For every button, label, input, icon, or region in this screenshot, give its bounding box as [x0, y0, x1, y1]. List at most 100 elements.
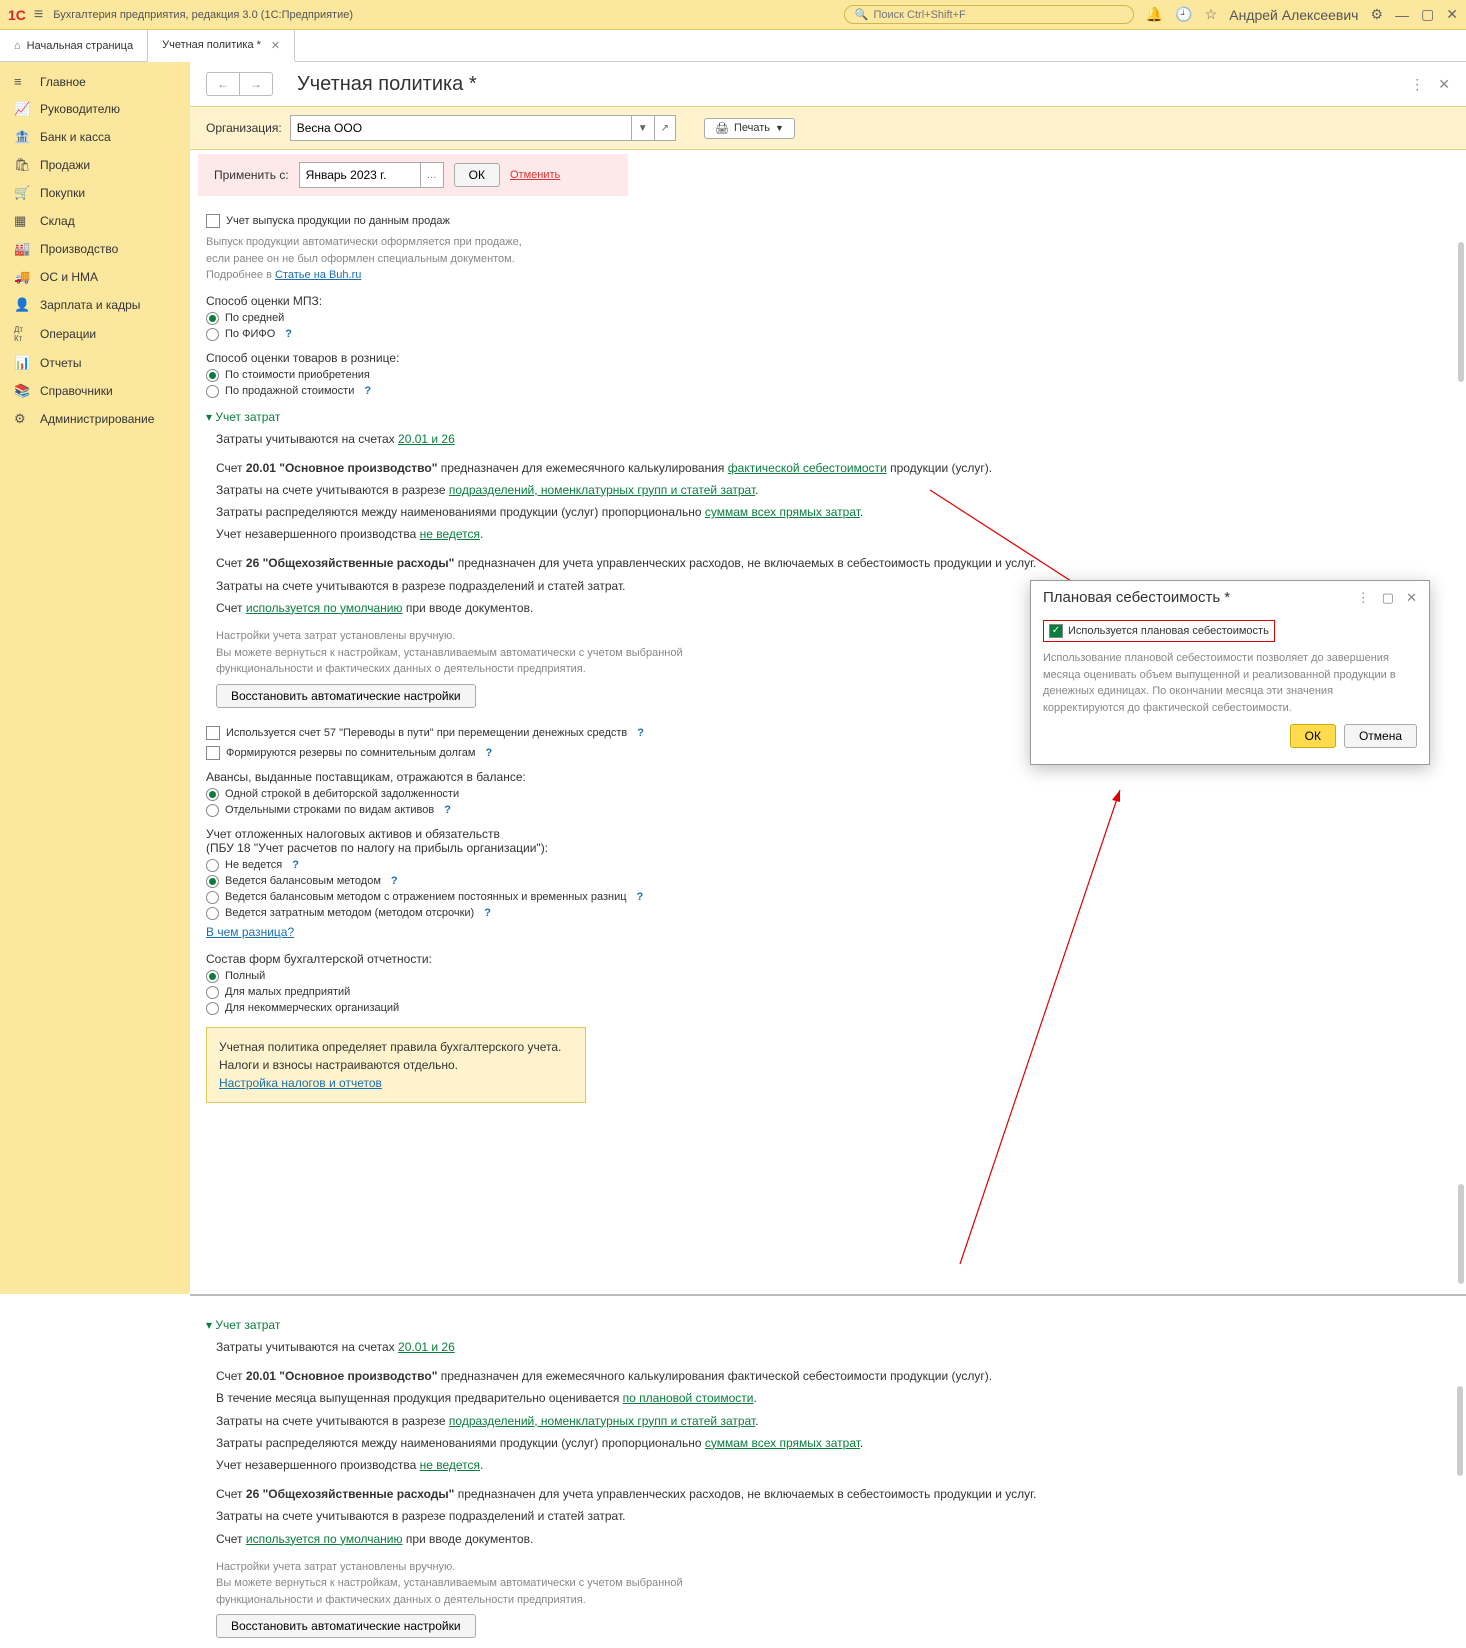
text: при вводе документов. — [402, 1532, 533, 1546]
sidebar-item-sales[interactable]: 🛍Продажи — [0, 151, 190, 179]
popup-cancel-button[interactable]: Отмена — [1344, 724, 1417, 748]
tab-close-icon[interactable]: ✕ — [271, 39, 280, 52]
org-dropdown[interactable]: ▼ ↗ — [290, 115, 676, 141]
text: . — [860, 505, 863, 519]
accounts-link[interactable]: 20.01 и 26 — [398, 1340, 455, 1354]
sidebar-item-admin[interactable]: ⚙Администрирование — [0, 405, 190, 433]
more-icon[interactable]: ⋮ — [1410, 76, 1424, 93]
default-link[interactable]: используется по умолчанию — [246, 1532, 403, 1546]
radio-forms-small[interactable] — [206, 986, 219, 999]
wip-link[interactable]: не ведется — [420, 1458, 480, 1472]
help-icon[interactable]: ? — [364, 385, 371, 397]
direct-costs-link[interactable]: суммам всех прямых затрат — [705, 1436, 860, 1450]
popup-ok-button[interactable]: ОК — [1290, 724, 1336, 748]
sidebar-item-assets[interactable]: 🚚ОС и НМА — [0, 263, 190, 291]
restore-auto-button[interactable]: Восстановить автоматические настройки — [216, 684, 476, 708]
radio-retail-cost[interactable] — [206, 369, 219, 382]
search-input[interactable] — [874, 9, 1123, 21]
tax-settings-link[interactable]: Настройка налогов и отчетов — [219, 1076, 382, 1090]
tab-home[interactable]: ⌂ Начальная страница — [0, 30, 148, 61]
maximize-icon[interactable]: ▢ — [1421, 6, 1434, 23]
chevron-down-icon[interactable]: ▼ — [631, 116, 654, 140]
sidebar-item-catalogs[interactable]: 📚Справочники — [0, 377, 190, 405]
minimize-icon[interactable]: — — [1395, 7, 1409, 23]
radio-def-balance[interactable] — [206, 875, 219, 888]
apply-date-input[interactable] — [300, 163, 420, 187]
chk-account57[interactable] — [206, 726, 220, 740]
history-icon[interactable]: 🕘 — [1175, 6, 1192, 23]
help-icon[interactable]: ? — [485, 747, 492, 759]
radio-retail-sale[interactable] — [206, 385, 219, 398]
factual-cost-link[interactable]: фактической себестоимости — [728, 461, 887, 475]
text: Счет — [216, 1532, 246, 1546]
accounts-link[interactable]: 20.01 и 26 — [398, 432, 455, 446]
maximize-icon[interactable]: ▢ — [1382, 590, 1394, 606]
sidebar-item-production[interactable]: 🏭Производство — [0, 235, 190, 263]
sidebar-item-main[interactable]: ≡Главное — [0, 68, 190, 95]
wip-link[interactable]: не ведется — [420, 527, 480, 541]
planned-cost-link[interactable]: по плановой стоимости — [623, 1391, 754, 1405]
page-close-icon[interactable]: ✕ — [1438, 76, 1450, 93]
chk-output-by-sales[interactable] — [206, 214, 220, 228]
back-button[interactable]: ← — [207, 73, 240, 95]
sidebar-item-reports[interactable]: 📊Отчеты — [0, 349, 190, 377]
direct-costs-link[interactable]: суммам всех прямых затрат — [705, 505, 860, 519]
radio-forms-full[interactable] — [206, 970, 219, 983]
ellipsis-icon[interactable]: … — [420, 163, 443, 187]
tab-accounting-policy[interactable]: Учетная политика * ✕ — [148, 30, 295, 62]
radio-def-none[interactable] — [206, 859, 219, 872]
search-box[interactable]: 🔍 — [844, 5, 1134, 24]
radio-mpz-fifo[interactable] — [206, 328, 219, 341]
cancel-link[interactable]: Отменить — [510, 169, 560, 181]
close-icon[interactable]: ✕ — [1406, 590, 1417, 606]
help-icon[interactable]: ? — [484, 907, 491, 919]
print-button[interactable]: 🖨 Печать ▼ — [704, 118, 795, 139]
radio-def-balance-diff[interactable] — [206, 891, 219, 904]
close-icon[interactable]: ✕ — [1446, 6, 1458, 23]
radio-adv-separate[interactable] — [206, 804, 219, 817]
radio-forms-nko[interactable] — [206, 1002, 219, 1015]
sidebar-item-hr[interactable]: 👤Зарплата и кадры — [0, 291, 190, 319]
restore-auto-button[interactable]: Восстановить автоматические настройки — [216, 1614, 476, 1638]
note: если ранее он не был оформлен специальны… — [206, 253, 515, 265]
sidebar-item-purchases[interactable]: 🛒Покупки — [0, 179, 190, 207]
settings-icon[interactable]: ⚙ — [1370, 6, 1383, 23]
forward-button[interactable]: → — [240, 73, 272, 95]
lower-costs-header[interactable]: Учет затрат — [206, 1318, 1450, 1332]
help-icon[interactable]: ? — [391, 875, 398, 887]
chk-planned-cost[interactable] — [1049, 624, 1063, 638]
difference-link[interactable]: В чем разница? — [206, 925, 294, 939]
sidebar-item-bank[interactable]: 🏦Банк и касса — [0, 123, 190, 151]
costs-section-header[interactable]: Учет затрат — [206, 410, 1450, 424]
help-icon[interactable]: ? — [292, 859, 299, 871]
org-input[interactable] — [291, 116, 631, 140]
menu-icon[interactable]: ≡ — [34, 6, 43, 24]
bell-icon[interactable]: 🔔 — [1146, 6, 1163, 23]
radio-mpz-average[interactable] — [206, 312, 219, 325]
default-link[interactable]: используется по умолчанию — [246, 601, 403, 615]
scrollbar[interactable] — [1457, 1386, 1463, 1476]
sidebar-item-operations[interactable]: Дт КтОперации — [0, 319, 190, 349]
chk-reserves[interactable] — [206, 746, 220, 760]
radio-def-cost[interactable] — [206, 907, 219, 920]
departments-link[interactable]: подразделений, номенклатурных групп и ст… — [449, 483, 755, 497]
username[interactable]: Андрей Алексеевич — [1229, 7, 1358, 23]
sidebar-item-manager[interactable]: 📈Руководителю — [0, 95, 190, 123]
departments-link[interactable]: подразделений, номенклатурных групп и ст… — [449, 1414, 755, 1428]
apply-date[interactable]: … — [299, 162, 444, 188]
help-icon[interactable]: ? — [637, 891, 644, 903]
sidebar-item-warehouse[interactable]: ▦Склад — [0, 207, 190, 235]
radio-label: По стоимости приобретения — [225, 369, 370, 381]
more-icon[interactable]: ⋮ — [1357, 590, 1370, 606]
help-icon[interactable]: ? — [444, 804, 451, 816]
text: Затраты распределяются между наименовани… — [216, 505, 705, 519]
open-icon[interactable]: ↗ — [654, 116, 675, 140]
star-icon[interactable]: ☆ — [1205, 6, 1218, 23]
help-icon[interactable]: ? — [285, 328, 292, 340]
help-icon[interactable]: ? — [637, 727, 644, 739]
buhru-link[interactable]: Статье на Buh.ru — [275, 269, 361, 281]
radio-adv-single[interactable] — [206, 788, 219, 801]
ok-button[interactable]: ОК — [454, 163, 500, 187]
scrollbar[interactable] — [1458, 242, 1464, 382]
scrollbar[interactable] — [1458, 1184, 1464, 1284]
